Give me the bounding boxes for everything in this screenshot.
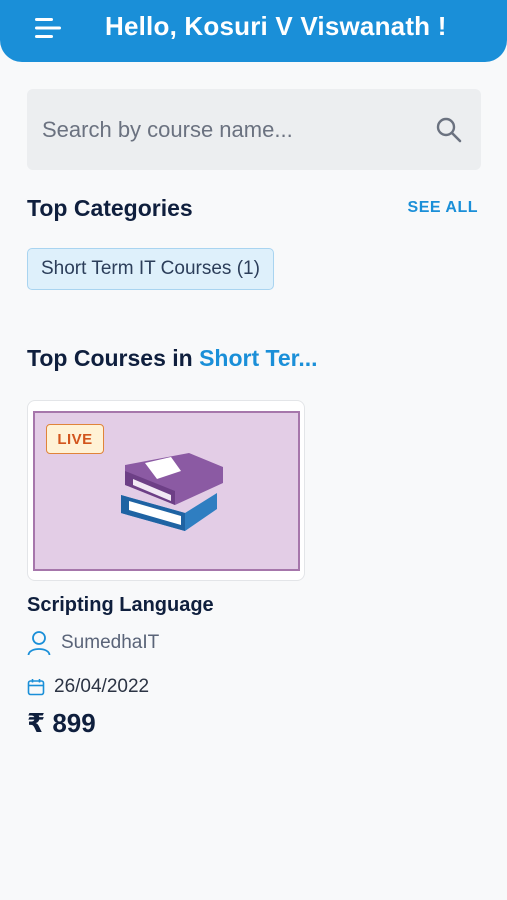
search-input[interactable] bbox=[27, 89, 427, 170]
search-icon[interactable] bbox=[435, 116, 463, 144]
course-title[interactable]: Scripting Language bbox=[27, 594, 214, 617]
date-row: 26/04/2022 bbox=[27, 676, 149, 698]
greeting-title: Hello, Kosuri V Viswanath ! bbox=[105, 11, 447, 41]
category-chip[interactable]: Short Term IT Courses (1) bbox=[27, 248, 274, 290]
user-icon bbox=[27, 631, 51, 656]
live-badge: LIVE bbox=[46, 424, 104, 454]
course-thumbnail: LIVE bbox=[33, 411, 300, 571]
app-header: Hello, Kosuri V Viswanath ! bbox=[0, 0, 507, 62]
top-courses-category-link[interactable]: Short Ter... bbox=[199, 345, 317, 371]
see-all-link[interactable]: SEE ALL bbox=[408, 199, 478, 217]
top-courses-title: Top Courses in Short Ter... bbox=[27, 345, 318, 372]
course-price: ₹ 899 bbox=[27, 708, 96, 738]
course-date: 26/04/2022 bbox=[54, 676, 150, 697]
books-icon bbox=[121, 453, 223, 531]
categories-title: Top Categories bbox=[27, 195, 193, 221]
calendar-icon bbox=[27, 679, 45, 696]
hamburger-menu-icon bbox=[35, 18, 61, 38]
menu-button[interactable] bbox=[32, 14, 66, 42]
course-card[interactable]: LIVE bbox=[27, 400, 305, 581]
instructor-row: SumedhaIT bbox=[27, 630, 159, 656]
top-courses-title-prefix: Top Courses in bbox=[27, 345, 200, 371]
instructor-name: SumedhaIT bbox=[61, 632, 160, 653]
search-bar bbox=[27, 89, 481, 170]
